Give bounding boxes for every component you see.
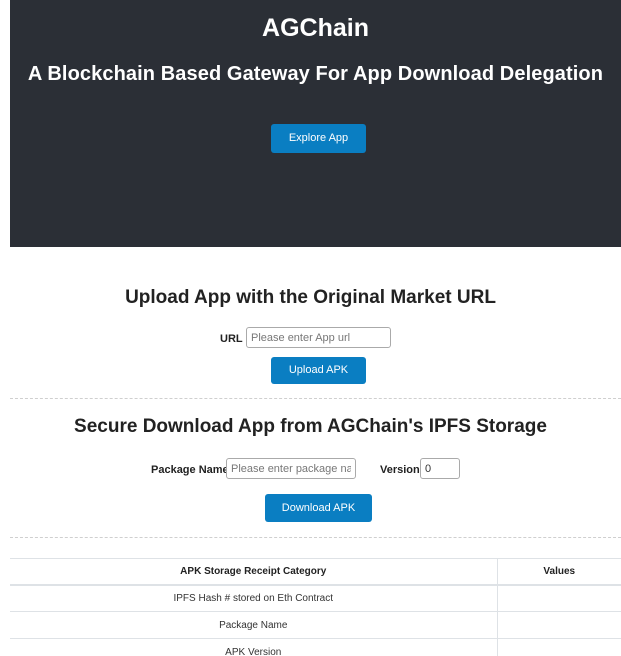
explore-app-button[interactable]: Explore App: [271, 124, 366, 153]
url-label: URL: [220, 333, 243, 345]
download-section-title: Secure Download App from AGChain's IPFS …: [74, 416, 547, 437]
table-row: IPFS Hash # stored on Eth Contract: [10, 584, 621, 612]
table-row: APK Version: [10, 638, 621, 656]
section-divider: [10, 537, 621, 538]
upload-apk-button[interactable]: Upload APK: [271, 357, 366, 384]
version-label: Version: [380, 464, 420, 476]
hero-title: AGChain: [262, 14, 369, 42]
row-category: Package Name: [10, 611, 498, 639]
row-value: [497, 638, 621, 656]
hero-banner: AGChain A Blockchain Based Gateway For A…: [10, 0, 621, 247]
column-header-values: Values: [497, 558, 621, 586]
download-apk-button[interactable]: Download APK: [265, 494, 372, 522]
row-category: IPFS Hash # stored on Eth Contract: [10, 584, 498, 612]
section-divider: [10, 398, 621, 399]
row-value: [497, 611, 621, 639]
upload-section-title: Upload App with the Original Market URL: [125, 287, 496, 308]
table-header-row: APK Storage Receipt Category Values: [10, 558, 621, 586]
version-input[interactable]: [420, 458, 460, 479]
package-name-input[interactable]: [226, 458, 356, 479]
row-category: APK Version: [10, 638, 498, 656]
column-header-category: APK Storage Receipt Category: [10, 558, 498, 586]
url-input[interactable]: [246, 327, 391, 348]
package-name-label: Package Name: [151, 464, 229, 476]
table-row: Package Name: [10, 611, 621, 639]
hero-subtitle: A Blockchain Based Gateway For App Downl…: [27, 63, 604, 85]
receipt-table: APK Storage Receipt Category Values IPFS…: [10, 558, 621, 656]
row-value: [497, 584, 621, 612]
